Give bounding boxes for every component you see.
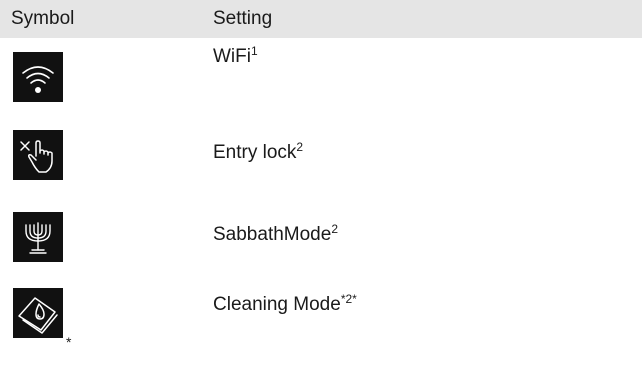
sabbath-menorah-icon <box>13 212 63 262</box>
wifi-icon <box>13 52 63 102</box>
icon-footnote-marker: * <box>66 334 72 350</box>
table-row-wifi: WiFi1 <box>0 38 642 118</box>
setting-label-cleaning-mode: Cleaning Mode*2* <box>213 292 357 315</box>
settings-symbol-table: Symbol Setting WiFi1 Entry lock2 Sabbath… <box>0 0 642 366</box>
setting-column-header: Setting <box>213 8 273 29</box>
table-header: Symbol Setting <box>0 0 642 38</box>
setting-label-sabbath-mode: SabbathMode2 <box>213 222 339 245</box>
table-row-entry-lock: Entry lock2 <box>0 118 642 202</box>
symbol-column-header: Symbol <box>11 8 75 29</box>
entry-lock-icon <box>13 130 63 180</box>
setting-label-entry-lock: Entry lock2 <box>213 140 304 163</box>
setting-label-wifi: WiFi1 <box>213 44 258 67</box>
cleaning-mode-icon <box>13 288 63 338</box>
table-row-sabbath-mode: SabbathMode2 <box>0 202 642 282</box>
table-row-cleaning-mode: * Cleaning Mode*2* <box>0 282 642 366</box>
